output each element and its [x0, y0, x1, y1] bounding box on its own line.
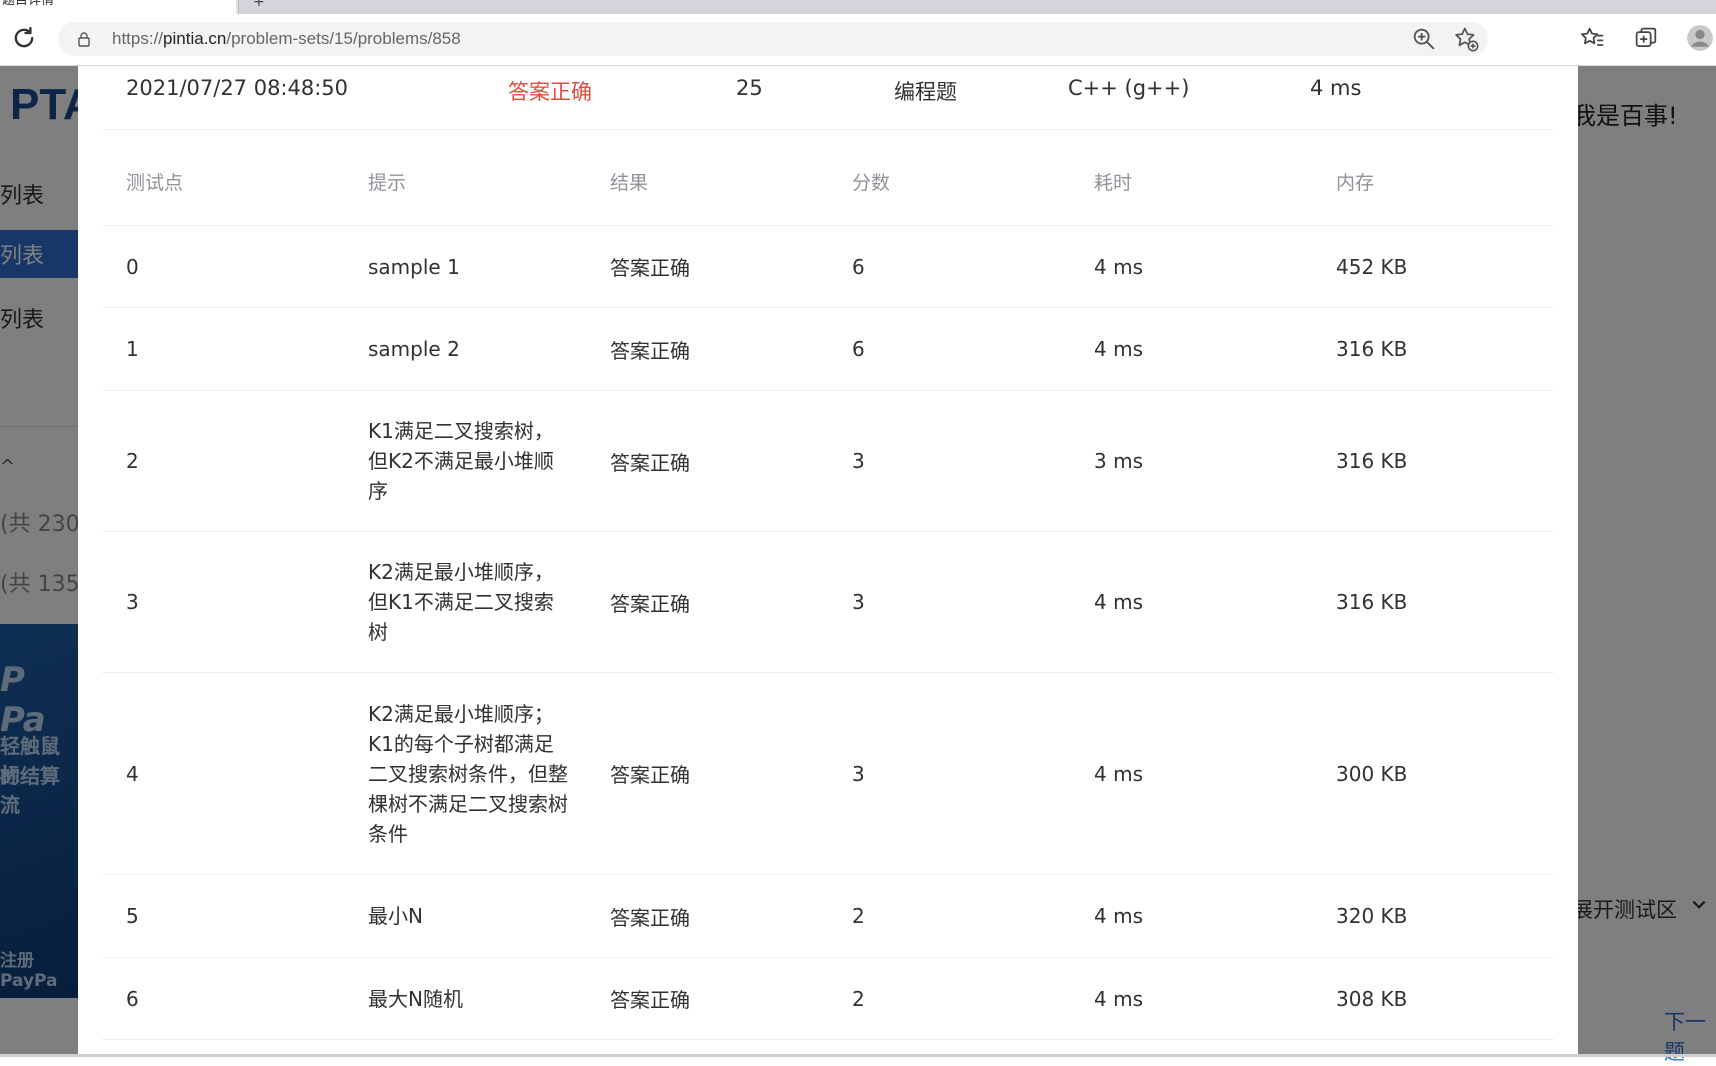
- table-row: 3 K2满足最小堆顺序，但K1不满足二叉搜索树 答案正确 3 4 ms 316 …: [102, 532, 1554, 673]
- cell-time: 4 ms: [1094, 590, 1143, 614]
- cell-id: 3: [126, 590, 139, 614]
- new-tab-button[interactable]: +: [238, 0, 1716, 14]
- test-case-table: 测试点 提示 结果 分数 耗时 内存 0 sample 1 答案正确 6 4 m…: [102, 130, 1554, 1040]
- cell-memory: 320 KB: [1336, 904, 1408, 928]
- browser-tab-active[interactable]: 题目详情 ×: [0, 0, 236, 14]
- submission-summary-row: 2021/07/27 08:48:50 答案正确 25 编程题 C++ (g++…: [102, 66, 1554, 130]
- cell-result: 答案正确: [610, 905, 690, 930]
- summary-score: 25: [736, 76, 763, 100]
- header-time: 耗时: [1094, 172, 1133, 194]
- cell-memory: 308 KB: [1336, 986, 1408, 1011]
- add-favorite-icon[interactable]: [1452, 25, 1480, 53]
- table-row: 2 K1满足二叉搜索树，但K2不满足最小堆顺序 答案正确 3 3 ms 316 …: [102, 391, 1554, 532]
- cell-time: 4 ms: [1094, 904, 1143, 928]
- cell-id: 6: [126, 986, 139, 1011]
- header-memory: 内存: [1336, 172, 1375, 194]
- header-result: 结果: [610, 172, 649, 194]
- address-bar[interactable]: https://pintia.cn/problem-sets/15/proble…: [58, 22, 1488, 56]
- cell-result: 答案正确: [610, 450, 690, 475]
- url-prefix: https://: [112, 29, 164, 48]
- summary-duration: 4 ms: [1310, 76, 1362, 100]
- cell-score: 3: [852, 761, 865, 786]
- header-score: 分数: [852, 172, 891, 194]
- cell-hint: K2满足最小堆顺序；K1的每个子树都满足二叉搜索树条件，但整棵树不满足二叉搜索树…: [368, 701, 568, 846]
- cell-result: 答案正确: [610, 763, 690, 787]
- cell-time: 4 ms: [1094, 761, 1143, 786]
- cell-hint: 最小N: [368, 904, 423, 928]
- tab-title: 题目详情: [2, 0, 55, 8]
- profile-avatar-icon[interactable]: [1686, 24, 1714, 52]
- cell-memory: 316 KB: [1336, 590, 1408, 614]
- summary-type: 编程题: [894, 80, 957, 104]
- table-row: 4 K2满足最小堆顺序；K1的每个子树都满足二叉搜索树条件，但整棵树不满足二叉搜…: [102, 673, 1554, 875]
- submission-detail-modal: 2021/07/27 08:48:50 答案正确 25 编程题 C++ (g++…: [78, 66, 1578, 1057]
- cell-score: 2: [852, 986, 865, 1011]
- lock-icon[interactable]: [76, 31, 92, 47]
- table-header: 测试点 提示 结果 分数 耗时 内存: [102, 130, 1554, 226]
- cell-memory: 452 KB: [1336, 254, 1408, 279]
- new-tab-label: +: [253, 0, 265, 10]
- summary-status: 答案正确: [508, 80, 592, 104]
- cell-id: 2: [126, 449, 139, 473]
- cell-id: 4: [126, 761, 139, 786]
- cell-result: 答案正确: [610, 338, 690, 363]
- cell-score: 6: [852, 254, 865, 279]
- cell-hint: K1满足二叉搜索树，但K2不满足最小堆顺序: [368, 419, 554, 503]
- cell-memory: 316 KB: [1336, 449, 1408, 473]
- reload-icon[interactable]: [10, 24, 38, 52]
- favorites-icon[interactable]: [1578, 24, 1606, 52]
- cell-id: 5: [126, 904, 139, 928]
- table-row: 6 最大N随机 答案正确 2 4 ms 308 KB: [102, 958, 1554, 1040]
- summary-time: 2021/07/27 08:48:50: [126, 76, 349, 100]
- cell-result: 答案正确: [610, 988, 690, 1012]
- cell-score: 2: [852, 904, 865, 928]
- url-text[interactable]: https://pintia.cn/problem-sets/15/proble…: [112, 29, 461, 49]
- cell-score: 3: [852, 449, 865, 473]
- cell-time: 4 ms: [1094, 986, 1143, 1011]
- browser-tab-strip: 题目详情 × +: [0, 0, 1716, 14]
- cell-result: 答案正确: [610, 256, 690, 280]
- zoom-icon[interactable]: [1410, 25, 1438, 53]
- cell-hint: K2满足最小堆顺序，但K1不满足二叉搜索树: [368, 560, 554, 644]
- cell-id: 0: [126, 254, 139, 279]
- table-row: 1 sample 2 答案正确 6 4 ms 316 KB: [102, 308, 1554, 391]
- cell-time: 4 ms: [1094, 254, 1143, 279]
- cell-result: 答案正确: [610, 591, 690, 616]
- url-path: /problem-sets/15/problems/858: [226, 29, 461, 48]
- cell-hint: sample 2: [368, 337, 460, 361]
- cell-memory: 300 KB: [1336, 761, 1408, 786]
- cell-memory: 316 KB: [1336, 337, 1408, 361]
- header-hint: 提示: [368, 172, 407, 194]
- collections-icon[interactable]: [1632, 24, 1660, 52]
- cell-time: 4 ms: [1094, 337, 1143, 361]
- browser-toolbar: https://pintia.cn/problem-sets/15/proble…: [0, 14, 1716, 66]
- cell-hint: sample 1: [368, 254, 460, 279]
- table-row: 0 sample 1 答案正确 6 4 ms 452 KB: [102, 226, 1554, 308]
- cell-hint: 最大N随机: [368, 986, 463, 1011]
- summary-compiler: C++ (g++): [1068, 76, 1190, 100]
- cell-score: 3: [852, 590, 865, 614]
- url-host: pintia.cn: [163, 29, 227, 48]
- cell-score: 6: [852, 337, 865, 361]
- table-row: 5 最小N 答案正确 2 4 ms 320 KB: [102, 875, 1554, 958]
- cell-id: 1: [126, 337, 139, 361]
- cell-time: 3 ms: [1094, 449, 1143, 473]
- header-test-point: 测试点: [126, 172, 184, 194]
